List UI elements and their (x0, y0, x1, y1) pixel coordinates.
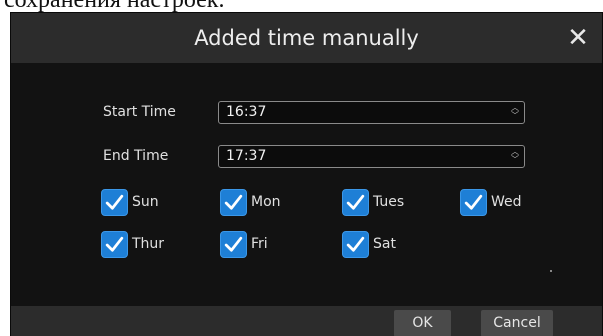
dialog-titlebar: Added time manually ✕ (11, 13, 602, 63)
day-label-fri: Fri (251, 236, 268, 252)
start-time-field[interactable]: 16:37 ︿ ﹀ (218, 101, 525, 124)
spinner-down-icon[interactable]: ﹀ (510, 112, 520, 120)
checkmark-icon[interactable] (342, 188, 369, 216)
dialog-footer: OK Cancel (11, 306, 602, 336)
day-checkbox-sat[interactable]: Sat (342, 230, 396, 258)
end-time-value: 17:37 (226, 148, 267, 164)
start-time-label: Start Time (103, 104, 176, 120)
dialog-title: Added time manually (194, 26, 419, 50)
day-label-wed: Wed (491, 194, 522, 210)
start-time-value: 16:37 (226, 104, 267, 120)
ok-button[interactable]: OK (394, 310, 451, 336)
close-icon[interactable]: ✕ (564, 24, 592, 52)
day-label-sun: Sun (132, 194, 159, 210)
day-checkbox-tues[interactable]: Tues (342, 188, 404, 216)
checkmark-icon[interactable] (220, 188, 247, 216)
day-label-tues: Tues (373, 194, 405, 210)
day-checkbox-wed[interactable]: Wed (460, 188, 522, 216)
checkmark-icon[interactable] (342, 230, 369, 258)
day-label-sat: Sat (373, 236, 396, 252)
spinner-down-icon[interactable]: ﹀ (510, 156, 520, 164)
stray-dot (550, 270, 552, 272)
checkmark-icon[interactable] (101, 188, 128, 216)
checkmark-icon[interactable] (101, 230, 128, 258)
day-checkbox-fri[interactable]: Fri (220, 230, 268, 258)
day-label-mon: Mon (251, 194, 281, 210)
end-time-field[interactable]: 17:37 ︿ ﹀ (218, 145, 525, 168)
day-checkbox-mon[interactable]: Mon (220, 188, 281, 216)
checkmark-icon[interactable] (220, 230, 247, 258)
day-label-thur: Thur (132, 236, 165, 252)
checkmark-icon[interactable] (460, 188, 487, 216)
added-time-dialog: Added time manually ✕ Start Time 16:37 ︿… (10, 12, 603, 336)
end-time-label: End Time (103, 148, 169, 164)
day-checkbox-thur[interactable]: Thur (101, 230, 164, 258)
start-time-spinner-icon[interactable]: ︿ ﹀ (510, 104, 520, 121)
end-time-spinner-icon[interactable]: ︿ ﹀ (510, 148, 520, 165)
day-checkbox-sun[interactable]: Sun (101, 188, 159, 216)
cancel-button[interactable]: Cancel (481, 310, 553, 336)
